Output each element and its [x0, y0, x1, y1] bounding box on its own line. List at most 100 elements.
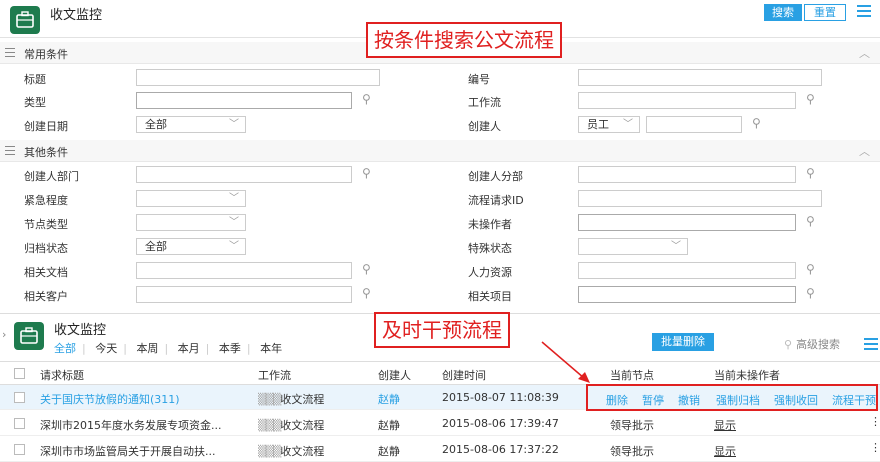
project-label: 相关项目: [468, 290, 512, 303]
search-icon[interactable]: ⚲: [806, 214, 815, 228]
row-operations: 删除 暂停 撤销 强制归档 强制收回 流程干预: [586, 384, 878, 411]
op-force-archive[interactable]: 强制归档: [716, 392, 760, 408]
col-pending[interactable]: 当前未操作者: [714, 367, 780, 383]
type-label: 类型: [24, 96, 46, 109]
workflow-label: 工作流: [468, 96, 501, 109]
filter-month[interactable]: 本月: [178, 342, 200, 355]
row-workflow: 收文流程: [280, 393, 325, 406]
more-icon[interactable]: ⋮: [870, 441, 880, 454]
archive-select[interactable]: 全部 ﹀: [136, 238, 246, 255]
filter-year[interactable]: 本年: [260, 342, 282, 355]
type-input[interactable]: [136, 92, 352, 109]
col-workflow[interactable]: 工作流: [258, 367, 291, 383]
op-intervene[interactable]: 流程干预: [832, 392, 876, 408]
menu-icon[interactable]: [857, 5, 871, 18]
search-icon[interactable]: ⚲: [806, 262, 815, 276]
annotation-arrow: [541, 341, 590, 383]
search-icon[interactable]: ⚲: [752, 116, 761, 130]
row-pending-link[interactable]: 显示: [714, 443, 736, 459]
filter-all[interactable]: 全部: [54, 342, 76, 355]
search-icon[interactable]: ⚲: [362, 166, 371, 180]
creator-subdept-input[interactable]: [578, 166, 796, 183]
creator-dept-input[interactable]: [136, 166, 352, 183]
advanced-search-label: 高级搜索: [796, 338, 841, 351]
search-icon[interactable]: ⚲: [806, 92, 815, 106]
col-current-node[interactable]: 当前节点: [610, 367, 654, 383]
advanced-search-link[interactable]: ⚲ 高级搜索: [784, 336, 840, 352]
more-icon[interactable]: ⋮: [870, 415, 880, 428]
search-icon[interactable]: ⚲: [806, 166, 815, 180]
row-time: 2015-08-06 17:37:22: [442, 443, 559, 456]
project-input[interactable]: [578, 286, 796, 303]
creator-input[interactable]: [646, 116, 742, 133]
search-icon[interactable]: ⚲: [806, 286, 815, 300]
op-pause[interactable]: 暂停: [642, 392, 664, 408]
search-icon[interactable]: ⚲: [362, 92, 371, 106]
pending-label: 未操作者: [468, 218, 512, 231]
col-creator[interactable]: 创建人: [378, 367, 411, 383]
search-button[interactable]: 搜索: [764, 4, 802, 21]
node-type-label: 节点类型: [24, 218, 68, 231]
urgency-select[interactable]: ﹀: [136, 190, 246, 207]
filter-today[interactable]: 今天: [95, 342, 117, 355]
op-force-recall[interactable]: 强制收回: [774, 392, 818, 408]
created-date-select[interactable]: 全部 ﹀: [136, 116, 246, 133]
request-id-input[interactable]: [578, 190, 822, 207]
bars-icon: [5, 146, 15, 158]
row-checkbox[interactable]: [14, 392, 25, 403]
row-checkbox[interactable]: [14, 444, 25, 455]
hr-input[interactable]: [578, 262, 796, 279]
row-time: 2015-08-06 17:39:47: [442, 417, 559, 430]
docs-input[interactable]: [136, 262, 352, 279]
pending-input[interactable]: [578, 214, 796, 231]
customer-label: 相关客户: [24, 290, 68, 303]
search-icon[interactable]: ⚲: [362, 286, 371, 300]
row-time: 2015-08-07 11:08:39: [442, 391, 559, 404]
select-all-checkbox[interactable]: [14, 368, 25, 379]
annotation-intervene: 及时干预流程: [374, 312, 510, 348]
row-checkbox[interactable]: [14, 418, 25, 429]
collapse-icon[interactable]: ︿: [859, 143, 870, 159]
row-creator[interactable]: 赵静: [378, 391, 400, 407]
filter-week[interactable]: 本周: [136, 342, 158, 355]
row-title-link[interactable]: 深圳市市场监管局关于开展自动扶...: [40, 443, 216, 459]
collapse-icon[interactable]: ︿: [859, 45, 870, 61]
creator-dept-label: 创建人部门: [24, 170, 79, 183]
form-row: 类型 ⚲ 工作流 ⚲: [0, 89, 880, 112]
op-delete[interactable]: 删除: [606, 392, 628, 408]
table-row[interactable]: 深圳市2015年度水务发展专项资金... ▒▒▒收文流程 赵静 2015-08-…: [0, 411, 880, 436]
form-row: 紧急程度 ﹀ 流程请求ID: [0, 187, 880, 210]
chevron-down-icon: ﹀: [623, 119, 633, 130]
special-label: 特殊状态: [468, 242, 512, 255]
workflow-input[interactable]: [578, 92, 796, 109]
number-input[interactable]: [578, 69, 822, 86]
filter-quarter[interactable]: 本季: [219, 342, 241, 355]
col-created-time[interactable]: 创建时间: [442, 367, 486, 383]
chevron-down-icon: ﹀: [671, 241, 681, 252]
special-select[interactable]: ﹀: [578, 238, 688, 255]
title-input[interactable]: [136, 69, 380, 86]
row-creator: 赵静: [378, 445, 400, 458]
annotation-search: 按条件搜索公文流程: [366, 22, 562, 58]
menu-icon[interactable]: [864, 338, 878, 353]
blurred-text: ▒▒▒: [258, 393, 281, 406]
op-cancel[interactable]: 撤销: [678, 392, 700, 408]
creator-type-select[interactable]: 员工 ﹀: [578, 116, 640, 133]
reset-button[interactable]: 重置: [804, 4, 846, 21]
node-type-select[interactable]: ﹀: [136, 214, 246, 231]
col-title[interactable]: 请求标题: [40, 367, 84, 383]
other-conditions-header[interactable]: 其他条件 ︿: [0, 140, 880, 162]
request-id-label: 流程请求ID: [468, 194, 524, 207]
title-label: 标题: [24, 73, 46, 86]
archive-value: 全部: [145, 240, 167, 253]
row-title-link[interactable]: 关于国庆节放假的通知(311): [40, 391, 180, 407]
row-title-link[interactable]: 深圳市2015年度水务发展专项资金...: [40, 417, 221, 433]
expand-arrow-icon[interactable]: ›: [2, 328, 6, 341]
row-workflow: 收文流程: [280, 445, 325, 458]
batch-delete-button[interactable]: 批量删除: [652, 333, 714, 351]
search-icon[interactable]: ⚲: [362, 262, 371, 276]
list-title: 收文监控: [54, 323, 107, 338]
table-row[interactable]: 深圳市市场监管局关于开展自动扶... ▒▒▒收文流程 赵静 2015-08-06…: [0, 437, 880, 462]
customer-input[interactable]: [136, 286, 352, 303]
row-pending-link[interactable]: 显示: [714, 417, 736, 433]
